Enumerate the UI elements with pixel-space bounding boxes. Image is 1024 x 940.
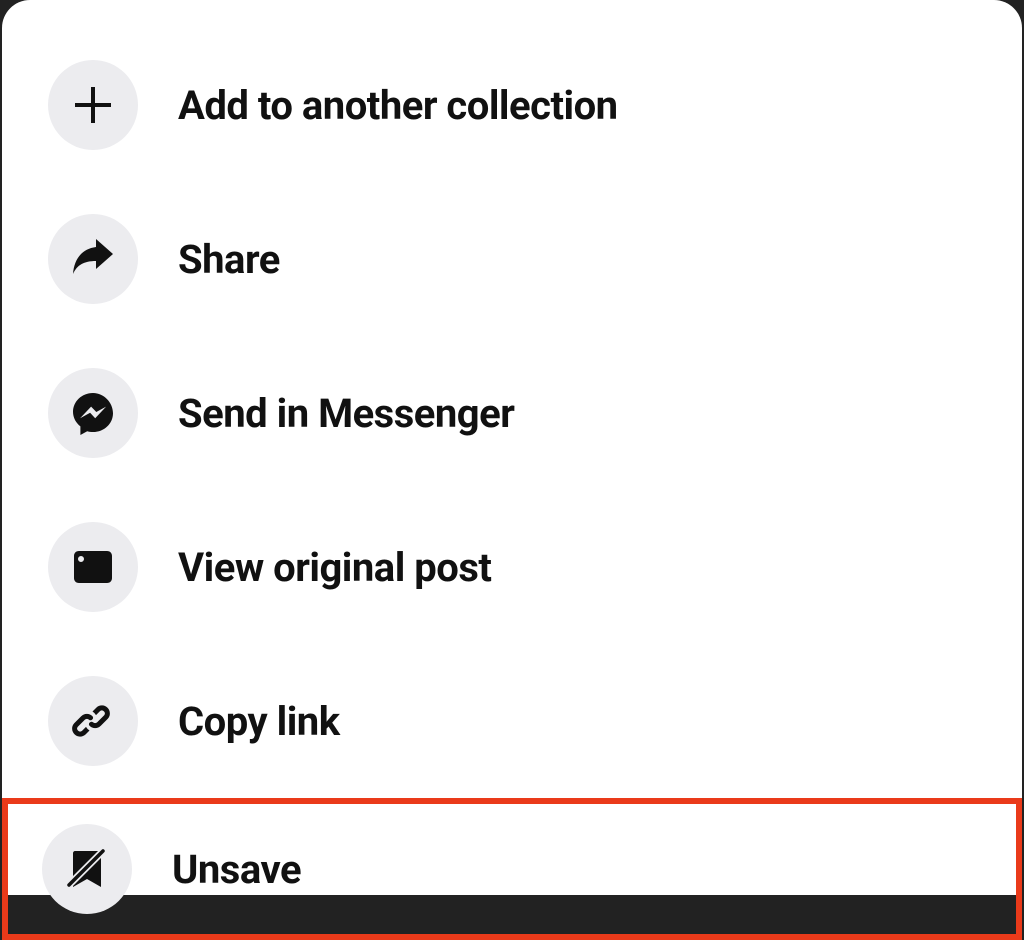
menu-item-label: Share (178, 236, 280, 283)
menu: Add to another collection Share Send in … (2, 28, 1022, 940)
menu-item-copy-link[interactable]: Copy link (2, 644, 1022, 798)
menu-item-unsave[interactable]: Unsave (2, 798, 1022, 940)
menu-item-label: Copy link (178, 698, 340, 745)
menu-item-add-to-collection[interactable]: Add to another collection (2, 28, 1022, 182)
action-sheet: Add to another collection Share Send in … (2, 0, 1022, 895)
link-icon (48, 676, 138, 766)
share-icon (48, 214, 138, 304)
plus-icon (48, 60, 138, 150)
menu-item-view-original-post[interactable]: View original post (2, 490, 1022, 644)
menu-item-label: View original post (178, 544, 491, 591)
menu-item-label: Send in Messenger (178, 390, 514, 437)
menu-item-send-messenger[interactable]: Send in Messenger (2, 336, 1022, 490)
menu-item-label: Unsave (172, 846, 301, 893)
messenger-icon (48, 368, 138, 458)
menu-item-label: Add to another collection (178, 82, 618, 129)
post-icon (48, 522, 138, 612)
unsave-icon (42, 824, 132, 914)
menu-item-share[interactable]: Share (2, 182, 1022, 336)
